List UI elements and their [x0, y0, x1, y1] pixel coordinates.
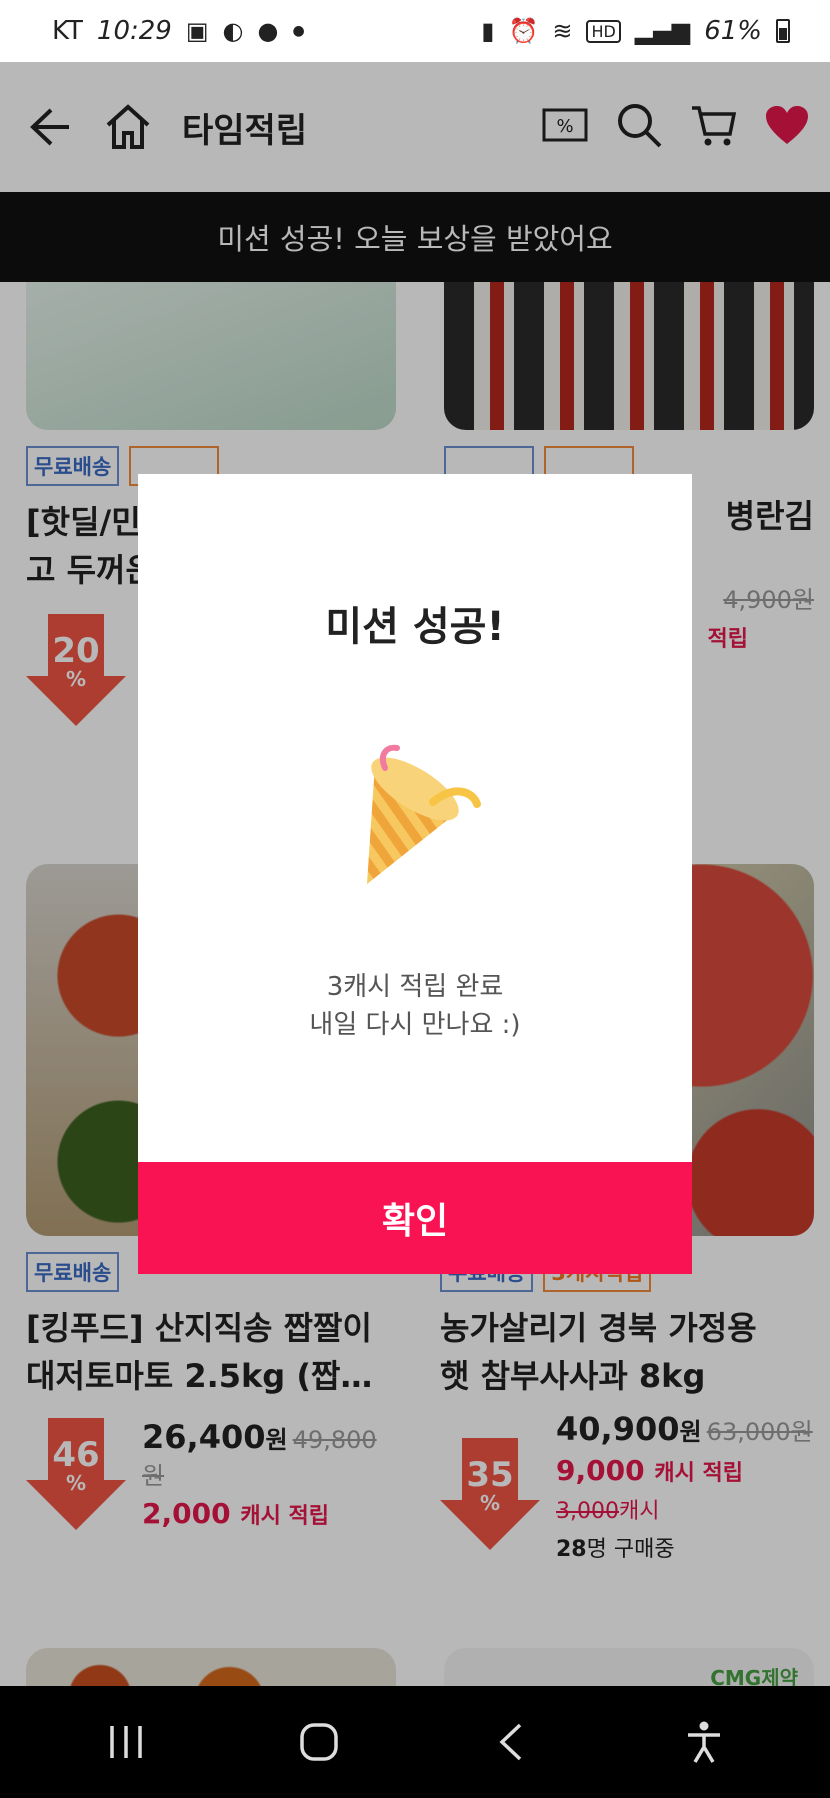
back-chevron-icon [499, 1723, 522, 1761]
status-bar: KT 10:29 ▣ ◐ ● ● ▮ ⏰ ≋ HD ▂▄▆ 61% [0, 0, 830, 62]
back-nav-button[interactable] [471, 1702, 551, 1782]
clock: 10:29 [96, 16, 172, 46]
home-nav-button[interactable] [279, 1702, 359, 1782]
confirm-button[interactable]: 확인 [138, 1162, 692, 1274]
more-notifications-icon: ● [292, 23, 305, 39]
battery-saver-icon: ▮ [481, 17, 495, 45]
hd-icon: HD [586, 19, 621, 43]
home-circle-icon [300, 1723, 338, 1761]
carrier-label: KT [52, 16, 83, 46]
gallery-icon: ▣ [185, 17, 209, 45]
accessibility-icon [687, 1721, 720, 1763]
recent-apps-icon [110, 1726, 142, 1758]
app-notification-icon: ◐ [222, 17, 244, 45]
system-nav-bar [0, 1686, 830, 1798]
battery-icon [776, 19, 790, 43]
mission-success-dialog: 미션 성공! 3캐시 적립 완료 내일 다시 만나요 :) 확인 [138, 474, 692, 1274]
accessibility-button[interactable] [664, 1702, 744, 1782]
battery-percent: 61% [704, 16, 762, 46]
signal-icon: ▂▄▆ [634, 17, 691, 45]
wifi-icon: ≋ [552, 17, 573, 45]
party-popper-icon [138, 744, 692, 894]
alarm-icon: ⏰ [508, 17, 539, 45]
message-icon: ● [257, 17, 279, 45]
dialog-message: 3캐시 적립 완료 내일 다시 만나요 :) [309, 972, 521, 1040]
recent-apps-button[interactable] [86, 1702, 166, 1782]
dialog-title: 미션 성공! [325, 604, 505, 650]
